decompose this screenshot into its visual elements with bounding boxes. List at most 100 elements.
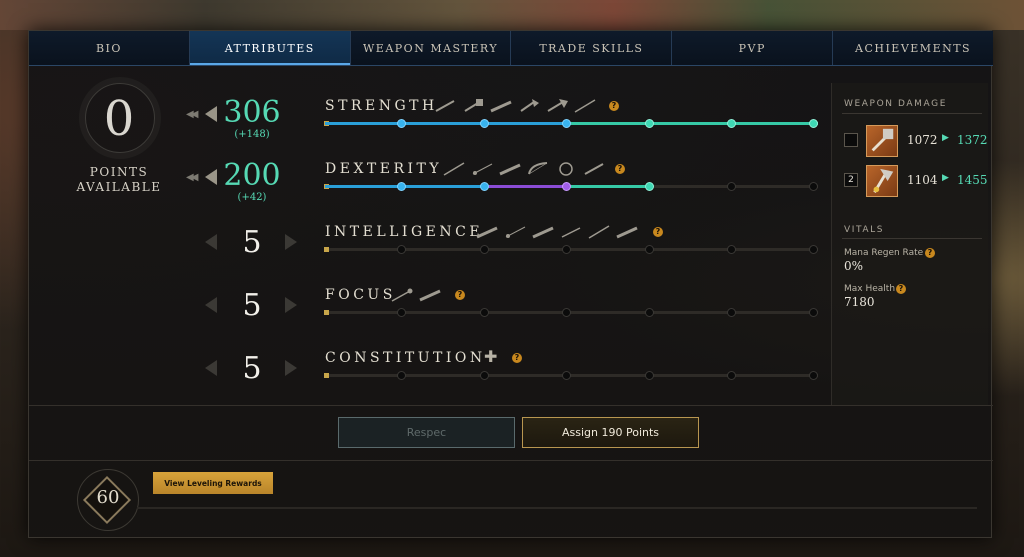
milestone-node[interactable]: [480, 182, 489, 191]
milestone-node[interactable]: [645, 308, 654, 317]
milestone-node[interactable]: [645, 371, 654, 380]
help-icon[interactable]: ?: [925, 248, 935, 258]
attribute-progress-track: [324, 119, 818, 128]
milestone-node[interactable]: [480, 119, 489, 128]
milestone-node[interactable]: [397, 245, 406, 254]
milestone-node[interactable]: [562, 119, 571, 128]
warhammer-icon: [866, 125, 898, 157]
vital-label: Mana Regen Rate: [844, 248, 924, 258]
damage-current: 1104: [907, 173, 938, 187]
sword-icon: [584, 163, 604, 175]
assign-points-button[interactable]: Assign 190 Points: [522, 417, 699, 448]
arrow-right-icon: ▶: [942, 173, 949, 183]
track-fill-green: [567, 122, 818, 125]
help-icon[interactable]: ?: [609, 101, 619, 111]
spear-icon: [574, 99, 596, 113]
health-plus-icon: ✚: [484, 347, 498, 366]
milestone-node[interactable]: [727, 245, 736, 254]
milestone-node[interactable]: [727, 119, 736, 128]
attribute-row-dexterity: ◀◀ 200 (+42) DEXTERITY ?: [29, 156, 829, 216]
attribute-row-constitution: 5 CONSTITUTION ✚ ?: [29, 345, 829, 405]
decrease-max-icon[interactable]: ◀◀: [186, 109, 199, 120]
background-scenery: [0, 0, 1024, 30]
rapier-icon: [472, 163, 493, 175]
milestone-node[interactable]: [727, 371, 736, 380]
damage-projected: 1455: [957, 173, 988, 187]
vital-label: Max Health: [844, 284, 896, 294]
spear-icon: [443, 162, 465, 176]
fire-staff-icon: [476, 226, 498, 239]
divider: [842, 238, 982, 239]
help-icon[interactable]: ?: [512, 353, 522, 363]
weapon-damage-title: WEAPON DAMAGE: [844, 99, 947, 109]
help-icon[interactable]: ?: [455, 290, 465, 300]
decrease-arrow-icon[interactable]: [205, 360, 217, 376]
decrease-arrow-icon[interactable]: [205, 169, 217, 185]
decrease-max-icon[interactable]: ◀◀: [186, 172, 199, 183]
milestone-node[interactable]: [397, 182, 406, 191]
milestone-node[interactable]: [562, 182, 571, 191]
increase-arrow-icon[interactable]: [285, 297, 297, 313]
milestone-node[interactable]: [809, 245, 818, 254]
hatchet-icon: [559, 162, 573, 176]
vital-value: 7180: [844, 295, 875, 309]
decrease-arrow-icon[interactable]: [205, 234, 217, 250]
track-fill-green: [567, 185, 649, 188]
weapon-damage-row: 2 1104 ▶ 1455: [844, 165, 988, 197]
track-start: [324, 310, 329, 315]
milestone-node[interactable]: [562, 308, 571, 317]
respec-button[interactable]: Respec: [338, 417, 515, 448]
attribute-name: FOCUS: [325, 287, 396, 303]
tab-weapon-mastery[interactable]: WEAPON MASTERY: [351, 31, 512, 65]
sword-icon: [435, 100, 455, 112]
milestone-node[interactable]: [480, 245, 489, 254]
milestone-node[interactable]: [727, 308, 736, 317]
track-fill-purple: [485, 185, 567, 188]
attribute-value: 306: [223, 95, 281, 130]
milestone-node[interactable]: [397, 371, 406, 380]
milestone-node[interactable]: [480, 371, 489, 380]
milestone-node[interactable]: [645, 245, 654, 254]
character-panel: BIO ATTRIBUTES WEAPON MASTERY TRADE SKIL…: [28, 30, 993, 538]
milestone-node[interactable]: [562, 245, 571, 254]
damage-projected: 1372: [957, 133, 988, 147]
decrease-arrow-icon[interactable]: [205, 106, 217, 122]
tab-pvp[interactable]: PVP: [672, 31, 834, 65]
attribute-row-strength: ◀◀ 306 (+148) STRENGTH ?: [29, 93, 829, 153]
musket-icon: [490, 100, 512, 113]
milestone-node[interactable]: [809, 182, 818, 191]
milestone-node[interactable]: [809, 119, 818, 128]
milestone-node[interactable]: [645, 182, 654, 191]
attribute-value: 5: [242, 351, 262, 386]
tab-trade-skills[interactable]: TRADE SKILLS: [511, 31, 673, 65]
milestone-node[interactable]: [809, 308, 818, 317]
milestone-node[interactable]: [727, 182, 736, 191]
divider: [29, 460, 993, 461]
milestone-node[interactable]: [397, 119, 406, 128]
increase-arrow-icon[interactable]: [285, 234, 297, 250]
help-icon[interactable]: ?: [653, 227, 663, 237]
tab-achievements[interactable]: ACHIEVEMENTS: [833, 31, 993, 65]
milestone-node[interactable]: [645, 119, 654, 128]
track-start: [324, 373, 329, 378]
milestone-node[interactable]: [809, 371, 818, 380]
attribute-value: 5: [242, 288, 262, 323]
divider: [842, 113, 982, 114]
increase-arrow-icon[interactable]: [285, 360, 297, 376]
track-start: [324, 247, 329, 252]
tab-attributes[interactable]: ATTRIBUTES: [189, 31, 351, 65]
attribute-row-intelligence: 5 INTELLIGENCE ?: [29, 219, 829, 279]
attribute-name: INTELLIGENCE: [325, 224, 484, 240]
help-icon[interactable]: ?: [615, 164, 625, 174]
milestone-node[interactable]: [480, 308, 489, 317]
void-gauntlet-icon: [616, 226, 638, 239]
tab-bio[interactable]: BIO: [29, 31, 190, 65]
attribute-progress-track: [324, 308, 818, 317]
xp-progress-bar: [137, 507, 977, 509]
milestone-node[interactable]: [397, 308, 406, 317]
attribute-progress-track: [324, 371, 818, 380]
view-leveling-rewards-button[interactable]: View Leveling Rewards: [153, 472, 273, 494]
decrease-arrow-icon[interactable]: [205, 297, 217, 313]
milestone-node[interactable]: [562, 371, 571, 380]
help-icon[interactable]: ?: [896, 284, 906, 294]
